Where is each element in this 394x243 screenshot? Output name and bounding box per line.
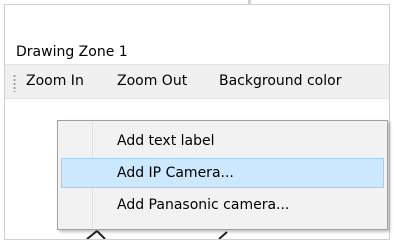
- window-title: Drawing Zone 1: [16, 44, 128, 60]
- canvas-line-right: [218, 231, 228, 239]
- toolbar-grip-icon[interactable]: [13, 74, 16, 92]
- zoom-in-button[interactable]: Zoom In: [26, 65, 84, 98]
- toolbar: Zoom In Zoom Out Background color: [5, 64, 389, 99]
- context-menu: Add text label Add IP Camera... Add Pana…: [57, 120, 388, 230]
- menu-item-add-panasonic-camera[interactable]: Add Panasonic camera...: [61, 190, 384, 220]
- title-bar: Drawing Zone 1: [5, 5, 389, 64]
- background-color-button[interactable]: Background color: [219, 65, 341, 98]
- canvas-line-left: [86, 230, 98, 239]
- zoom-out-button[interactable]: Zoom Out: [117, 65, 187, 98]
- canvas-line-left-2: [96, 230, 106, 239]
- menu-item-add-text-label[interactable]: Add text label: [61, 126, 384, 156]
- menu-item-add-ip-camera[interactable]: Add IP Camera...: [61, 158, 384, 188]
